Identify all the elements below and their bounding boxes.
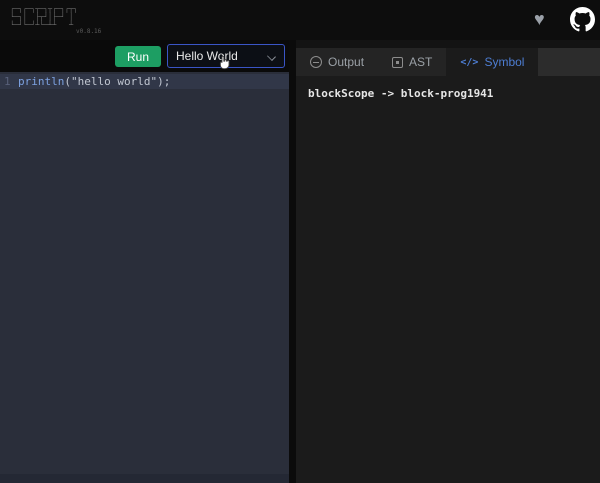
token-println: println	[18, 75, 65, 88]
ascii-logo: ┌─┐┌─┐┬─┐┬┌─┐┌┬┐ └─┐│ ├┬┘│├─┘ │ └─┘└─┘┴└…	[10, 5, 77, 29]
github-icon[interactable]	[570, 7, 595, 32]
tab-output[interactable]: Output	[296, 48, 379, 76]
tab-ast-label: AST	[409, 55, 433, 69]
tab-ast[interactable]: AST	[378, 48, 447, 76]
playground-app: ┌─┐┌─┐┬─┐┬┌─┐┌┬┐ └─┐│ ├┬┘│├─┘ │ └─┘└─┘┴└…	[0, 0, 600, 483]
token-string: "hello world"	[70, 75, 158, 88]
line-number: 1	[4, 75, 11, 88]
logo-line-3: └─┘└─┘┴└─┴┴ ┴	[10, 21, 78, 29]
panel-divider	[289, 40, 296, 483]
code-icon: </>	[460, 56, 479, 68]
logo-line-2: └─┐│ ├┬┘│├─┘ │	[10, 13, 78, 21]
tab-symbol[interactable]: </> Symbol	[446, 48, 539, 76]
code-editor[interactable]: 1 println("hello world");	[0, 72, 289, 483]
editor-scrollbar-track[interactable]	[0, 474, 289, 483]
ast-icon	[392, 56, 404, 68]
output-icon	[310, 56, 322, 68]
editor-active-line: 1 println("hello world");	[0, 74, 289, 89]
run-button[interactable]: Run	[115, 46, 161, 67]
right-panel-tabs: Output AST </> Symbol	[296, 48, 600, 76]
token-paren-open: (	[64, 75, 71, 88]
tab-symbol-label: Symbol	[484, 55, 525, 69]
tab-output-label: Output	[328, 55, 365, 69]
chevron-down-icon	[267, 52, 276, 61]
tabstrip-filler	[538, 48, 600, 76]
version-label: v0.8.16	[76, 28, 102, 35]
logo-line-1: ┌─┐┌─┐┬─┐┬┌─┐┌┬┐	[10, 5, 78, 13]
code-line: println("hello world");	[18, 75, 170, 88]
header-bar: ┌─┐┌─┐┬─┐┬┌─┐┌┬┐ └─┐│ ├┬┘│├─┘ │ └─┘└─┘┴└…	[0, 0, 600, 40]
toolbar: Run Hello World	[0, 40, 289, 72]
token-paren-close: );	[157, 75, 171, 88]
mouse-pointer-cursor	[218, 55, 231, 76]
heart-icon[interactable]: ♥	[534, 9, 545, 30]
right-header-gap	[296, 40, 600, 48]
symbol-scope-line: blockScope -> block-prog1941	[308, 87, 494, 100]
symbol-panel: blockScope -> block-prog1941	[296, 76, 600, 483]
